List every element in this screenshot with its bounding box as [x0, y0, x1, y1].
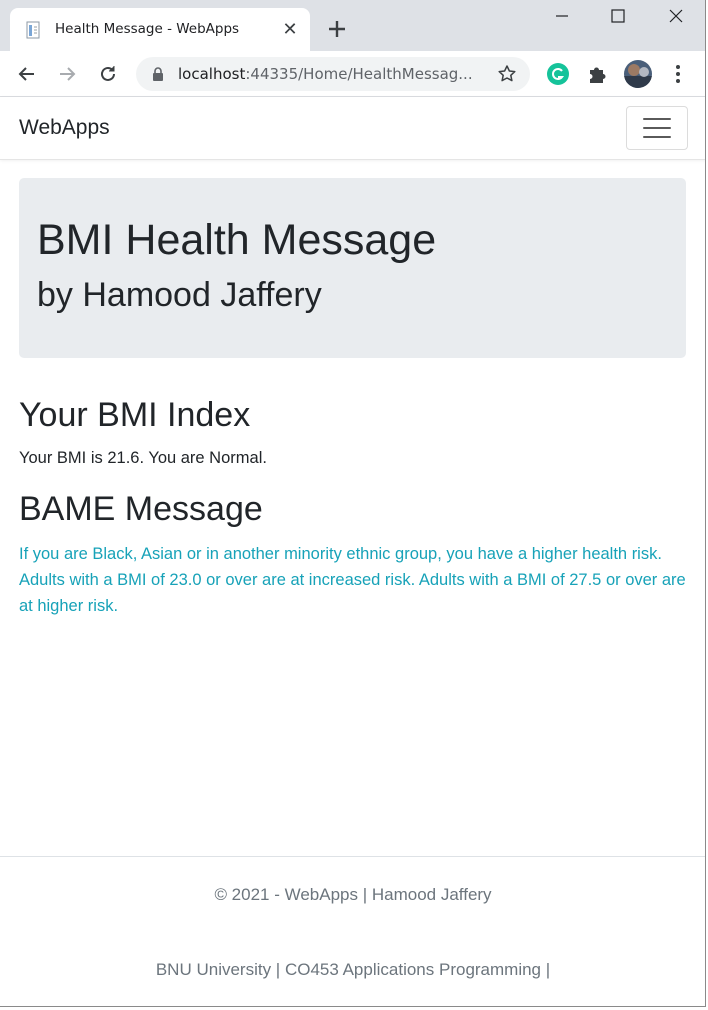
page-favicon-icon	[26, 21, 40, 39]
minimize-icon[interactable]	[548, 4, 576, 28]
kebab-menu-icon[interactable]	[665, 61, 691, 87]
bame-message-text: If you are Black, Asian or in another mi…	[19, 545, 686, 615]
close-icon[interactable]: ✕	[280, 19, 300, 39]
footer-copyright: © 2021 - WebApps | Hamood Jaffery	[214, 885, 492, 904]
site-navbar: WebApps	[0, 97, 705, 160]
forward-arrow-icon[interactable]	[55, 62, 79, 86]
footer-course-info: BNU University | CO453 Applications Prog…	[155, 960, 551, 979]
plus-icon[interactable]	[325, 17, 349, 41]
reload-icon[interactable]	[96, 62, 120, 86]
jumbotron: BMI Health Message by Hamood Jaffery	[19, 178, 686, 358]
active-tab[interactable]: Health Message - WebApps ✕	[10, 8, 310, 51]
page-title: BMI Health Message	[37, 216, 437, 264]
lock-icon[interactable]	[152, 67, 164, 81]
profile-avatar-icon[interactable]	[624, 60, 652, 88]
puzzle-icon[interactable]	[585, 61, 611, 87]
page-subtitle: by Hamood Jaffery	[37, 276, 322, 314]
url-host: localhost	[178, 65, 246, 83]
url-text[interactable]: localhost:44335/Home/HealthMessag...	[178, 65, 484, 83]
bmi-heading: Your BMI Index	[19, 396, 251, 434]
browser-toolbar: localhost:44335/Home/HealthMessag...	[0, 51, 705, 97]
bmi-result-text: Your BMI is 21.6. You are Normal.	[19, 449, 267, 467]
tab-strip: Health Message - WebApps ✕	[0, 0, 705, 51]
star-icon[interactable]	[497, 64, 517, 84]
address-bar[interactable]: localhost:44335/Home/HealthMessag...	[136, 57, 530, 91]
grammarly-icon[interactable]	[545, 61, 571, 87]
navbar-brand-link[interactable]: WebApps	[19, 116, 110, 140]
navbar-toggler-button[interactable]	[626, 106, 688, 150]
tab-title: Health Message - WebApps	[55, 21, 240, 37]
bame-heading: BAME Message	[19, 490, 263, 528]
url-path: :44335/Home/HealthMessag...	[245, 65, 473, 83]
back-arrow-icon[interactable]	[15, 62, 39, 86]
browser-window: Health Message - WebApps ✕ localhost:443…	[0, 0, 706, 1007]
window-close-icon[interactable]	[662, 4, 690, 28]
maximize-icon[interactable]	[604, 4, 632, 28]
footer-divider	[0, 856, 705, 857]
